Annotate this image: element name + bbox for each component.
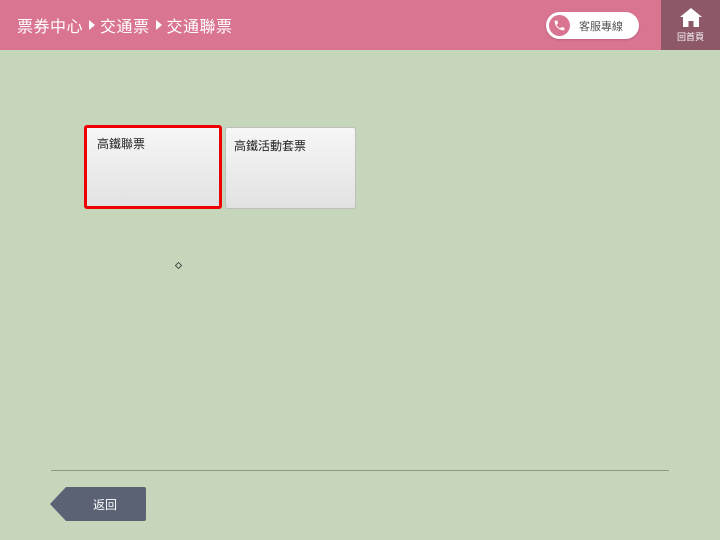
tile-hsr-combo-ticket[interactable]: 高鐵聯票 bbox=[84, 125, 222, 209]
footer-divider bbox=[51, 470, 669, 471]
tile-hsr-event-package[interactable]: 高鐵活動套票 bbox=[225, 127, 356, 209]
customer-service-label: 客服專線 bbox=[579, 19, 623, 33]
home-label: 回首頁 bbox=[676, 33, 704, 43]
breadcrumb: 票券中心 交通票 交通聯票 bbox=[17, 0, 233, 50]
home-icon bbox=[679, 8, 702, 27]
cursor-icon bbox=[175, 262, 182, 269]
customer-service-button[interactable]: 客服專線 bbox=[546, 12, 639, 39]
breadcrumb-item-ticket-center[interactable]: 票券中心 bbox=[17, 13, 83, 37]
tile-label: 高鐵聯票 bbox=[97, 137, 146, 151]
breadcrumb-separator-icon bbox=[155, 20, 162, 30]
header-bar: 票券中心 交通票 交通聯票 客服專線 回首頁 bbox=[0, 0, 720, 50]
back-button[interactable]: 返回 bbox=[50, 487, 146, 521]
home-button[interactable]: 回首頁 bbox=[661, 0, 720, 50]
tile-label: 高鐵活動套票 bbox=[234, 139, 307, 153]
breadcrumb-separator-icon bbox=[89, 20, 96, 30]
breadcrumb-item-transport-combo: 交通聯票 bbox=[166, 17, 233, 36]
breadcrumb-item-transport-tickets[interactable]: 交通票 bbox=[100, 13, 150, 37]
back-label: 返回 bbox=[92, 497, 117, 512]
phone-icon bbox=[549, 15, 570, 36]
